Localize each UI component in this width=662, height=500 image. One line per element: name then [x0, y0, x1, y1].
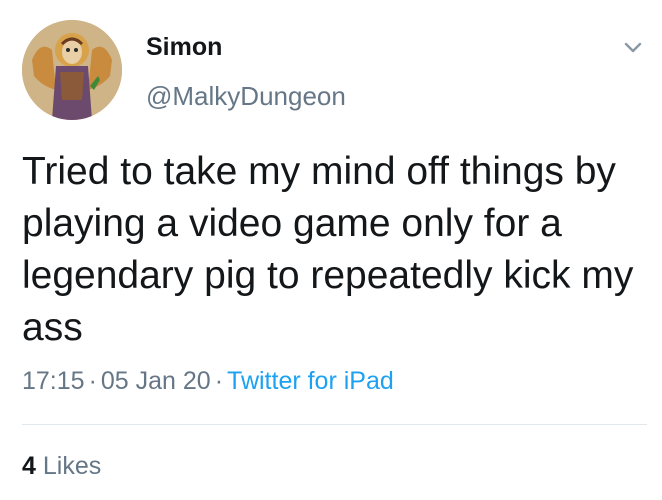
tweet-time[interactable]: 17:15	[22, 367, 85, 395]
display-name[interactable]: Simon	[146, 31, 222, 63]
likes-count: 4	[22, 452, 36, 480]
likes-label: Likes	[42, 452, 102, 480]
likes-stat[interactable]: 4 Likes	[22, 450, 101, 482]
divider	[22, 424, 647, 425]
avatar[interactable]	[22, 20, 122, 120]
avatar-image	[22, 20, 122, 120]
tweet-date[interactable]: 05 Jan 20	[101, 367, 211, 395]
meta-separator: ·	[214, 367, 224, 395]
meta-separator: ·	[88, 367, 97, 395]
tweet-source-link[interactable]: Twitter for iPad	[227, 367, 394, 395]
tweet-text: Tried to take my mind off things by play…	[22, 150, 634, 349]
chevron-down-icon[interactable]	[619, 33, 647, 61]
tweet-meta: 17:15 · 05 Jan 20 · Twitter for iPad	[22, 365, 394, 397]
user-handle[interactable]: @MalkyDungeon	[146, 80, 346, 112]
